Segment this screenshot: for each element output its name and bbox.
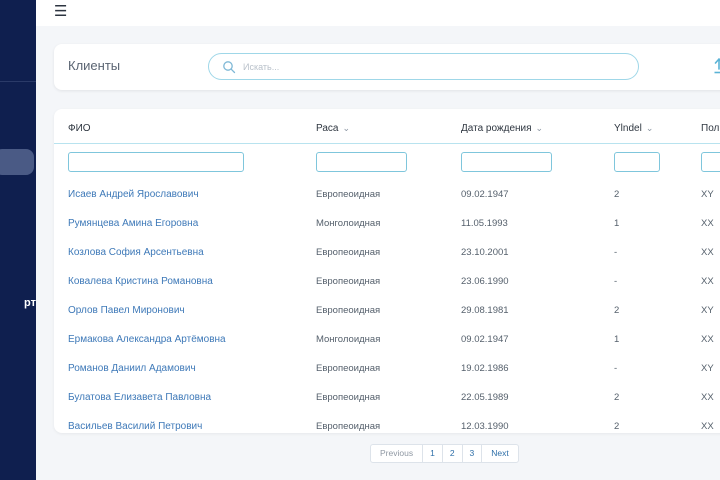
race-cell: Монголоидная (316, 334, 381, 345)
sex-cell: XY (701, 363, 714, 374)
birthdate-cell: 09.02.1947 (461, 334, 509, 345)
client-name-link[interactable]: Козлова София Арсентьевна (68, 247, 204, 258)
table-row[interactable]: Румянцева Амина Егоровна Монголоидная 11.0… (54, 214, 720, 234)
table-row[interactable]: Булатова Елизавета Павловна Европеоидная 2… (54, 388, 720, 408)
table-row[interactable]: Ермакова Александра Артёмовна Монголоидна… (54, 330, 720, 350)
sex-cell: XX (701, 276, 714, 287)
table-row[interactable]: Орлов Павел Миронович Европеоидная 29.08.1… (54, 301, 720, 321)
race-cell: Европеоидная (316, 276, 381, 287)
filter-race-input[interactable] (316, 152, 407, 172)
birthdate-cell: 09.02.1947 (461, 189, 509, 200)
table-row[interactable]: Ковалева Кристина Романовна Европеоидная 2… (54, 272, 720, 292)
chevron-down-icon: ⌄ (645, 123, 654, 133)
ylndel-cell: - (614, 363, 618, 374)
clients-table: ФИО Раса ⌄ Дата рождения ⌄ Ylndel ⌄ Пол Иса… (54, 109, 720, 433)
client-name-link[interactable]: Романов Даниил Адамович (68, 363, 196, 374)
column-header-name[interactable]: ФИО (68, 123, 91, 134)
race-cell: Европеоидная (316, 305, 381, 316)
table-row[interactable]: Романов Даниил Адамович Европеоидная 19.02… (54, 359, 720, 379)
pagination-page-3[interactable]: 3 (461, 445, 482, 462)
pagination: Previous 1 2 3 Next (370, 444, 519, 463)
chevron-down-icon: ⌄ (535, 123, 544, 133)
ylndel-cell: 2 (614, 305, 620, 316)
search-box[interactable] (208, 53, 639, 80)
ylndel-cell: 2 (614, 392, 620, 403)
sex-cell: XX (701, 247, 714, 258)
birthdate-cell: 23.06.1990 (461, 276, 509, 287)
sidebar-active-item[interactable] (0, 149, 34, 175)
hamburger-icon[interactable]: ☰ (54, 4, 67, 20)
table-row[interactable]: Васильев Василий Петрович Европеоидная 12.… (54, 417, 720, 433)
filter-ylndel-input[interactable] (614, 152, 660, 172)
race-cell: Европеоидная (316, 392, 381, 403)
sex-cell: XY (701, 189, 714, 200)
filter-name-input[interactable] (68, 152, 244, 172)
race-cell: Европеоидная (316, 247, 381, 258)
client-name-link[interactable]: Васильев Василий Петрович (68, 421, 202, 432)
client-name-link[interactable]: Исаев Андрей Ярославович (68, 189, 199, 200)
column-header-ylndel[interactable]: Ylndel ⌄ (614, 123, 653, 134)
client-name-link[interactable]: Румянцева Амина Егоровна (68, 218, 198, 229)
race-cell: Монголоидная (316, 218, 381, 229)
column-header-label: Пол (701, 123, 720, 134)
birthdate-cell: 12.03.1990 (461, 421, 509, 432)
sidebar-item-label[interactable]: рт (0, 297, 36, 309)
column-header-birthdate[interactable]: Дата рождения ⌄ (461, 123, 543, 134)
birthdate-cell: 22.05.1989 (461, 392, 509, 403)
client-name-link[interactable]: Ковалева Кристина Романовна (68, 276, 213, 287)
top-bar: ☰ (36, 0, 720, 26)
column-header-label: Раса (316, 123, 339, 134)
filter-birthdate-input[interactable] (461, 152, 552, 172)
birthdate-cell: 29.08.1981 (461, 305, 509, 316)
sidebar: рт (0, 0, 36, 480)
column-header-race[interactable]: Раса ⌄ (316, 123, 350, 134)
sex-cell: XX (701, 334, 714, 345)
column-header-label: ФИО (68, 123, 91, 134)
ylndel-cell: - (614, 276, 618, 287)
race-cell: Европеоидная (316, 421, 381, 432)
birthdate-cell: 19.02.1986 (461, 363, 509, 374)
column-header-sex[interactable]: Пол (701, 123, 719, 134)
race-cell: Европеоидная (316, 189, 381, 200)
sex-cell: XX (701, 421, 714, 432)
pagination-page-1[interactable]: 1 (422, 445, 442, 462)
column-header-label: Ylndel (614, 123, 642, 134)
sidebar-divider (0, 81, 36, 82)
filter-sex-input[interactable] (701, 152, 720, 172)
header-divider (54, 143, 720, 144)
birthdate-cell: 23.10.2001 (461, 247, 509, 258)
client-name-link[interactable]: Орлов Павел Миронович (68, 305, 185, 316)
search-input[interactable] (243, 58, 623, 75)
client-name-link[interactable]: Булатова Елизавета Павловна (68, 392, 211, 403)
pagination-next[interactable]: Next (481, 445, 517, 462)
ylndel-cell: 2 (614, 189, 620, 200)
page-header: Клиенты (54, 44, 720, 90)
page-title: Клиенты (68, 58, 121, 73)
upload-icon[interactable] (714, 58, 720, 74)
sex-cell: XX (701, 392, 714, 403)
pagination-page-2[interactable]: 2 (441, 445, 462, 462)
sex-cell: XX (701, 218, 714, 229)
chevron-down-icon: ⌄ (342, 123, 351, 133)
ylndel-cell: 1 (614, 334, 620, 345)
ylndel-cell: 2 (614, 421, 620, 432)
race-cell: Европеоидная (316, 363, 381, 374)
table-row[interactable]: Исаев Андрей Ярославович Европеоидная 09.0… (54, 185, 720, 205)
sex-cell: XY (701, 305, 714, 316)
ylndel-cell: - (614, 247, 618, 258)
search-icon (223, 61, 236, 74)
table-row[interactable]: Козлова София Арсентьевна Европеоидная 23.… (54, 243, 720, 263)
ylndel-cell: 1 (614, 218, 620, 229)
pagination-previous[interactable]: Previous (371, 445, 422, 462)
client-name-link[interactable]: Ермакова Александра Артёмовна (68, 334, 226, 345)
column-header-label: Дата рождения (461, 123, 532, 134)
birthdate-cell: 11.05.1993 (461, 218, 508, 229)
